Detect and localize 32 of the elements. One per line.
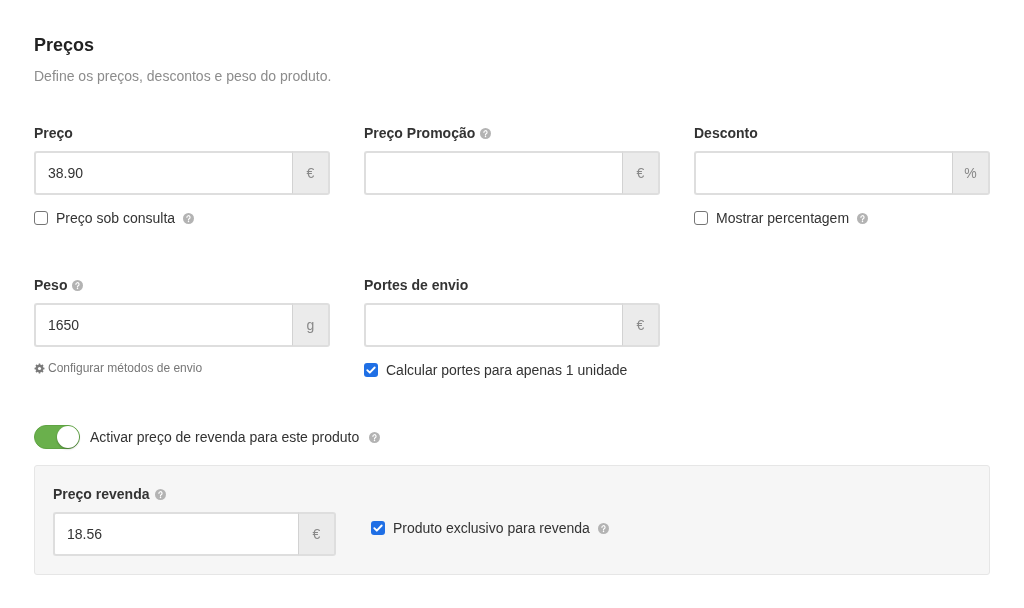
field-label: Desconto (694, 124, 758, 142)
unit-addon: € (292, 151, 330, 195)
input-field[interactable] (364, 151, 622, 195)
checkbox-label: Mostrar percentagem (716, 209, 850, 227)
field-label: Preço Promoção (364, 124, 476, 142)
unit-addon: € (298, 512, 336, 556)
input-field[interactable]: 1650 (34, 303, 292, 347)
input-field[interactable] (364, 303, 622, 347)
field-label: Peso (34, 276, 68, 294)
section-title: Preços (34, 34, 96, 57)
checkbox[interactable] (364, 363, 378, 377)
input-field[interactable]: 38.90 (34, 151, 292, 195)
checkbox-label: Preço sob consulta (56, 209, 176, 227)
checkbox-label: Produto exclusivo para revenda (393, 519, 590, 537)
toggle-label: Activar preço de revenda para este produto (90, 428, 360, 446)
checkbox[interactable] (694, 211, 708, 225)
checkbox[interactable] (371, 521, 385, 535)
settings-link[interactable]: Configurar métodos de envio (34, 360, 203, 376)
unit-addon: € (622, 303, 660, 347)
input-field[interactable] (694, 151, 952, 195)
field-label: Preço (34, 124, 73, 142)
section-description: Define os preços, descontos e peso do produto. (34, 67, 333, 85)
input-field[interactable]: 18.56 (53, 512, 298, 556)
unit-addon: g (292, 303, 330, 347)
toggle-switch[interactable] (34, 425, 80, 449)
field-label: Portes de envio (364, 276, 469, 294)
unit-addon: € (622, 151, 660, 195)
checkbox-label: Calcular portes para apenas 1 unidade (386, 361, 628, 379)
gear-icon (34, 362, 45, 374)
field-label: Preço revenda (53, 485, 150, 503)
checkbox[interactable] (34, 211, 48, 225)
unit-addon: % (952, 151, 990, 195)
